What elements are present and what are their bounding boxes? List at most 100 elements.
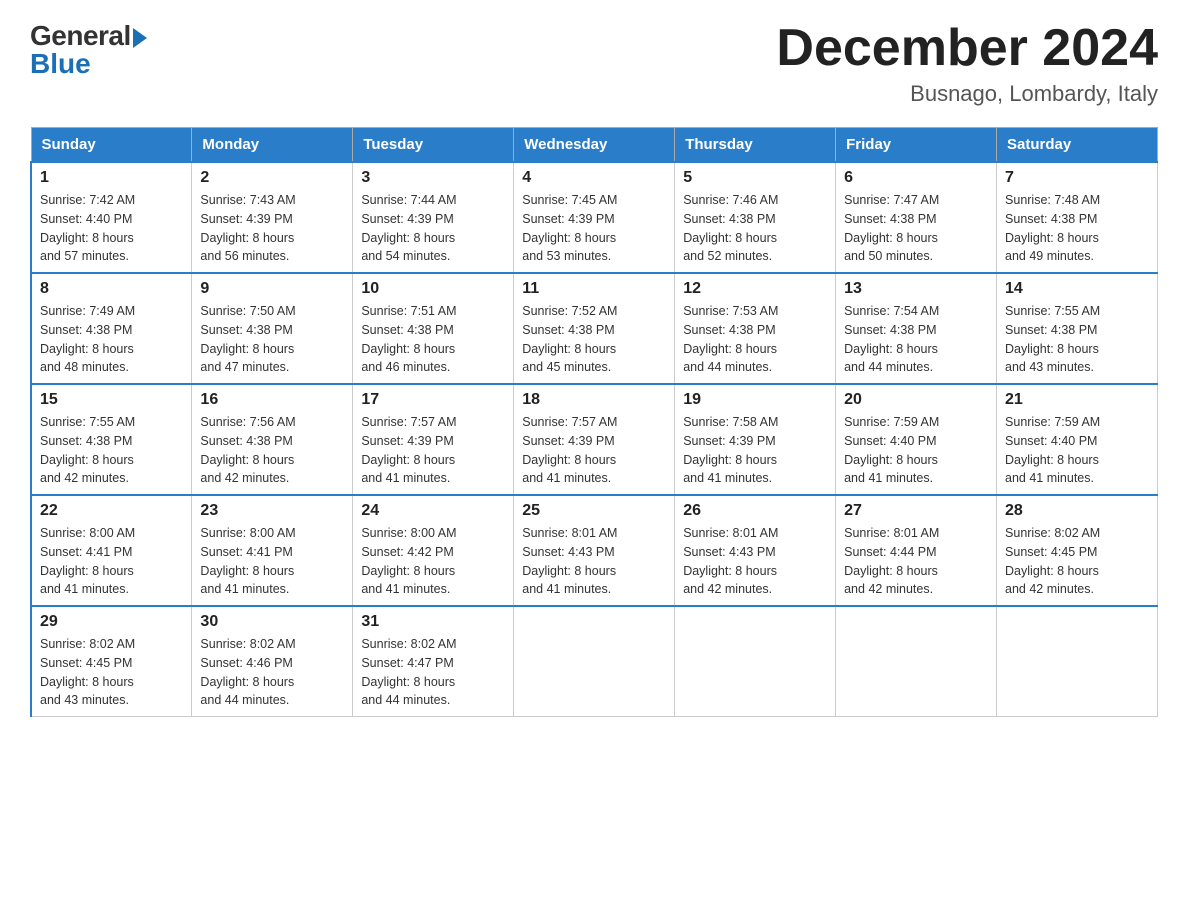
location-subtitle: Busnago, Lombardy, Italy	[776, 81, 1158, 107]
day-info-16: Sunrise: 7:56 AMSunset: 4:38 PMDaylight:…	[200, 413, 344, 488]
day-number-20: 20	[844, 391, 988, 409]
day-cell-26: 26 Sunrise: 8:01 AMSunset: 4:43 PMDayligh…	[675, 495, 836, 606]
day-cell-2: 2 Sunrise: 7:43 AMSunset: 4:39 PMDaylight…	[192, 162, 353, 273]
day-number-6: 6	[844, 169, 988, 187]
day-number-29: 29	[40, 613, 183, 631]
day-info-17: Sunrise: 7:57 AMSunset: 4:39 PMDaylight:…	[361, 413, 505, 488]
day-info-31: Sunrise: 8:02 AMSunset: 4:47 PMDaylight:…	[361, 635, 505, 710]
day-number-28: 28	[1005, 502, 1149, 520]
day-number-12: 12	[683, 280, 827, 298]
day-info-5: Sunrise: 7:46 AMSunset: 4:38 PMDaylight:…	[683, 191, 827, 266]
weekday-header-saturday: Saturday	[997, 128, 1158, 163]
day-info-8: Sunrise: 7:49 AMSunset: 4:38 PMDaylight:…	[40, 302, 183, 377]
logo: General Blue	[30, 20, 147, 80]
weekday-header-row: SundayMondayTuesdayWednesdayThursdayFrid…	[31, 128, 1158, 163]
day-number-24: 24	[361, 502, 505, 520]
day-info-6: Sunrise: 7:47 AMSunset: 4:38 PMDaylight:…	[844, 191, 988, 266]
day-number-9: 9	[200, 280, 344, 298]
day-number-19: 19	[683, 391, 827, 409]
week-row-5: 29 Sunrise: 8:02 AMSunset: 4:45 PMDayligh…	[31, 606, 1158, 717]
day-number-18: 18	[522, 391, 666, 409]
day-number-13: 13	[844, 280, 988, 298]
week-row-1: 1 Sunrise: 7:42 AMSunset: 4:40 PMDaylight…	[31, 162, 1158, 273]
day-number-5: 5	[683, 169, 827, 187]
logo-arrow-icon	[133, 28, 147, 48]
day-cell-1: 1 Sunrise: 7:42 AMSunset: 4:40 PMDaylight…	[31, 162, 192, 273]
day-info-3: Sunrise: 7:44 AMSunset: 4:39 PMDaylight:…	[361, 191, 505, 266]
day-number-3: 3	[361, 169, 505, 187]
day-info-25: Sunrise: 8:01 AMSunset: 4:43 PMDaylight:…	[522, 524, 666, 599]
day-number-17: 17	[361, 391, 505, 409]
day-info-12: Sunrise: 7:53 AMSunset: 4:38 PMDaylight:…	[683, 302, 827, 377]
day-number-31: 31	[361, 613, 505, 631]
week-row-2: 8 Sunrise: 7:49 AMSunset: 4:38 PMDaylight…	[31, 273, 1158, 384]
day-cell-11: 11 Sunrise: 7:52 AMSunset: 4:38 PMDayligh…	[514, 273, 675, 384]
day-cell-19: 19 Sunrise: 7:58 AMSunset: 4:39 PMDayligh…	[675, 384, 836, 495]
day-info-11: Sunrise: 7:52 AMSunset: 4:38 PMDaylight:…	[522, 302, 666, 377]
day-cell-15: 15Sunrise: 7:55 AMSunset: 4:38 PMDayligh…	[31, 384, 192, 495]
day-number-4: 4	[522, 169, 666, 187]
day-cell-23: 23 Sunrise: 8:00 AMSunset: 4:41 PMDayligh…	[192, 495, 353, 606]
week-row-3: 15Sunrise: 7:55 AMSunset: 4:38 PMDayligh…	[31, 384, 1158, 495]
day-cell-17: 17 Sunrise: 7:57 AMSunset: 4:39 PMDayligh…	[353, 384, 514, 495]
day-cell-3: 3 Sunrise: 7:44 AMSunset: 4:39 PMDaylight…	[353, 162, 514, 273]
day-cell-6: 6 Sunrise: 7:47 AMSunset: 4:38 PMDaylight…	[836, 162, 997, 273]
day-cell-7: 7 Sunrise: 7:48 AMSunset: 4:38 PMDaylight…	[997, 162, 1158, 273]
day-number-30: 30	[200, 613, 344, 631]
day-cell-12: 12 Sunrise: 7:53 AMSunset: 4:38 PMDayligh…	[675, 273, 836, 384]
empty-cell-w4-c5	[836, 606, 997, 717]
day-cell-8: 8 Sunrise: 7:49 AMSunset: 4:38 PMDaylight…	[31, 273, 192, 384]
day-info-7: Sunrise: 7:48 AMSunset: 4:38 PMDaylight:…	[1005, 191, 1149, 266]
day-cell-25: 25 Sunrise: 8:01 AMSunset: 4:43 PMDayligh…	[514, 495, 675, 606]
day-cell-29: 29 Sunrise: 8:02 AMSunset: 4:45 PMDayligh…	[31, 606, 192, 717]
day-cell-18: 18 Sunrise: 7:57 AMSunset: 4:39 PMDayligh…	[514, 384, 675, 495]
day-number-25: 25	[522, 502, 666, 520]
day-info-28: Sunrise: 8:02 AMSunset: 4:45 PMDaylight:…	[1005, 524, 1149, 599]
day-number-10: 10	[361, 280, 505, 298]
day-number-8: 8	[40, 280, 183, 298]
empty-cell-w4-c3	[514, 606, 675, 717]
day-cell-31: 31 Sunrise: 8:02 AMSunset: 4:47 PMDayligh…	[353, 606, 514, 717]
empty-cell-w4-c6	[997, 606, 1158, 717]
day-cell-28: 28 Sunrise: 8:02 AMSunset: 4:45 PMDayligh…	[997, 495, 1158, 606]
weekday-header-wednesday: Wednesday	[514, 128, 675, 163]
day-number-27: 27	[844, 502, 988, 520]
weekday-header-monday: Monday	[192, 128, 353, 163]
empty-cell-w4-c4	[675, 606, 836, 717]
day-cell-27: 27Sunrise: 8:01 AMSunset: 4:44 PMDayligh…	[836, 495, 997, 606]
day-info-1: Sunrise: 7:42 AMSunset: 4:40 PMDaylight:…	[40, 191, 183, 266]
day-info-23: Sunrise: 8:00 AMSunset: 4:41 PMDaylight:…	[200, 524, 344, 599]
day-info-29: Sunrise: 8:02 AMSunset: 4:45 PMDaylight:…	[40, 635, 183, 710]
day-number-23: 23	[200, 502, 344, 520]
day-info-2: Sunrise: 7:43 AMSunset: 4:39 PMDaylight:…	[200, 191, 344, 266]
day-cell-13: 13Sunrise: 7:54 AMSunset: 4:38 PMDayligh…	[836, 273, 997, 384]
day-number-2: 2	[200, 169, 344, 187]
month-year-title: December 2024	[776, 20, 1158, 77]
day-cell-20: 20 Sunrise: 7:59 AMSunset: 4:40 PMDayligh…	[836, 384, 997, 495]
day-cell-5: 5 Sunrise: 7:46 AMSunset: 4:38 PMDaylight…	[675, 162, 836, 273]
day-number-21: 21	[1005, 391, 1149, 409]
day-info-4: Sunrise: 7:45 AMSunset: 4:39 PMDaylight:…	[522, 191, 666, 266]
day-cell-16: 16Sunrise: 7:56 AMSunset: 4:38 PMDayligh…	[192, 384, 353, 495]
day-info-19: Sunrise: 7:58 AMSunset: 4:39 PMDaylight:…	[683, 413, 827, 488]
day-info-20: Sunrise: 7:59 AMSunset: 4:40 PMDaylight:…	[844, 413, 988, 488]
day-info-10: Sunrise: 7:51 AMSunset: 4:38 PMDaylight:…	[361, 302, 505, 377]
day-number-1: 1	[40, 169, 183, 187]
calendar-table: SundayMondayTuesdayWednesdayThursdayFrid…	[30, 127, 1158, 717]
day-info-26: Sunrise: 8:01 AMSunset: 4:43 PMDaylight:…	[683, 524, 827, 599]
day-cell-21: 21 Sunrise: 7:59 AMSunset: 4:40 PMDayligh…	[997, 384, 1158, 495]
day-cell-4: 4 Sunrise: 7:45 AMSunset: 4:39 PMDaylight…	[514, 162, 675, 273]
weekday-header-friday: Friday	[836, 128, 997, 163]
week-row-4: 22Sunrise: 8:00 AMSunset: 4:41 PMDayligh…	[31, 495, 1158, 606]
day-info-18: Sunrise: 7:57 AMSunset: 4:39 PMDaylight:…	[522, 413, 666, 488]
day-number-11: 11	[522, 280, 666, 298]
day-info-14: Sunrise: 7:55 AMSunset: 4:38 PMDaylight:…	[1005, 302, 1149, 377]
day-cell-9: 9Sunrise: 7:50 AMSunset: 4:38 PMDaylight…	[192, 273, 353, 384]
day-number-7: 7	[1005, 169, 1149, 187]
day-number-26: 26	[683, 502, 827, 520]
page-header: General Blue December 2024 Busnago, Lomb…	[30, 20, 1158, 107]
day-info-21: Sunrise: 7:59 AMSunset: 4:40 PMDaylight:…	[1005, 413, 1149, 488]
weekday-header-tuesday: Tuesday	[353, 128, 514, 163]
day-info-24: Sunrise: 8:00 AMSunset: 4:42 PMDaylight:…	[361, 524, 505, 599]
day-cell-30: 30Sunrise: 8:02 AMSunset: 4:46 PMDayligh…	[192, 606, 353, 717]
